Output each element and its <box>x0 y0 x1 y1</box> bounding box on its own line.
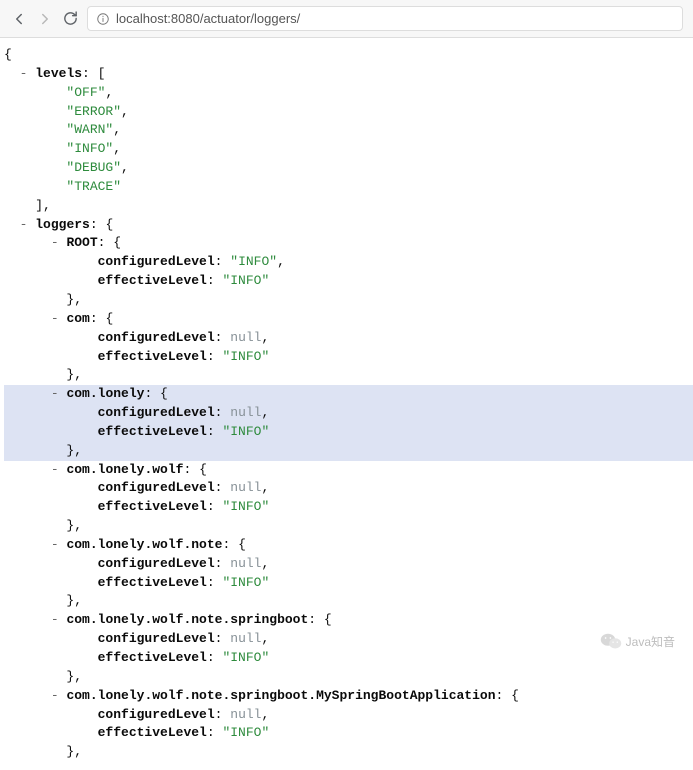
json-viewer: { - levels: [ "OFF", "ERROR", "WARN", "I… <box>0 38 693 770</box>
json-line: - com.lonely: { <box>4 385 693 404</box>
json-line: "DEBUG", <box>4 159 693 178</box>
json-line: - com.lonely.wolf.note: { <box>4 536 693 555</box>
json-line: - levels: [ <box>4 65 693 84</box>
expand-toggle[interactable]: - <box>20 66 28 81</box>
forward-button[interactable] <box>36 10 54 28</box>
json-line: "OFF", <box>4 84 693 103</box>
back-button[interactable] <box>10 10 28 28</box>
json-line: - com: { <box>4 310 693 329</box>
json-line: configuredLevel: "INFO", <box>4 253 693 272</box>
url-input[interactable] <box>116 11 674 26</box>
json-line: effectiveLevel: "INFO" <box>4 348 693 367</box>
expand-toggle[interactable]: - <box>51 537 59 552</box>
json-line: effectiveLevel: "INFO" <box>4 574 693 593</box>
expand-toggle[interactable]: - <box>20 217 28 232</box>
json-line: }, <box>4 517 693 536</box>
json-line: "TRACE" <box>4 178 693 197</box>
json-line: effectiveLevel: "INFO" <box>4 498 693 517</box>
json-line: "ERROR", <box>4 103 693 122</box>
json-line: "WARN", <box>4 121 693 140</box>
json-line: ], <box>4 197 693 216</box>
json-line: { <box>4 46 693 65</box>
json-line: }, <box>4 291 693 310</box>
wechat-icon <box>600 632 622 650</box>
json-line: effectiveLevel: "INFO" <box>4 649 693 668</box>
browser-toolbar <box>0 0 693 38</box>
json-line: }, <box>4 743 693 762</box>
json-line: configuredLevel: null, <box>4 706 693 725</box>
json-line: configuredLevel: null, <box>4 479 693 498</box>
expand-toggle[interactable]: - <box>51 235 59 250</box>
json-line: configuredLevel: null, <box>4 630 693 649</box>
info-icon <box>96 12 110 26</box>
watermark: Java知音 <box>600 632 675 650</box>
json-line: - com.lonely.wolf.note.springboot: { <box>4 611 693 630</box>
json-line: - com.lonely.wolf: { <box>4 461 693 480</box>
expand-toggle[interactable]: - <box>51 688 59 703</box>
expand-toggle[interactable]: - <box>51 311 59 326</box>
json-line: effectiveLevel: "INFO" <box>4 272 693 291</box>
json-line: - ROOT: { <box>4 234 693 253</box>
json-line: effectiveLevel: "INFO" <box>4 724 693 743</box>
json-line: }, <box>4 366 693 385</box>
json-line: "INFO", <box>4 140 693 159</box>
json-line: }, <box>4 668 693 687</box>
json-line: effectiveLevel: "INFO" <box>4 423 693 442</box>
json-line: configuredLevel: null, <box>4 555 693 574</box>
address-bar[interactable] <box>87 6 683 31</box>
json-line: }, <box>4 442 693 461</box>
json-line: - com.lonely.wolf.note.springboot.MySpri… <box>4 687 693 706</box>
json-line: }, <box>4 592 693 611</box>
json-line: configuredLevel: null, <box>4 404 693 423</box>
expand-toggle[interactable]: - <box>51 612 59 627</box>
watermark-text: Java知音 <box>626 633 675 650</box>
reload-button[interactable] <box>62 10 79 27</box>
expand-toggle[interactable]: - <box>51 462 59 477</box>
json-line: - loggers: { <box>4 216 693 235</box>
json-line: configuredLevel: null, <box>4 329 693 348</box>
expand-toggle[interactable]: - <box>51 386 59 401</box>
